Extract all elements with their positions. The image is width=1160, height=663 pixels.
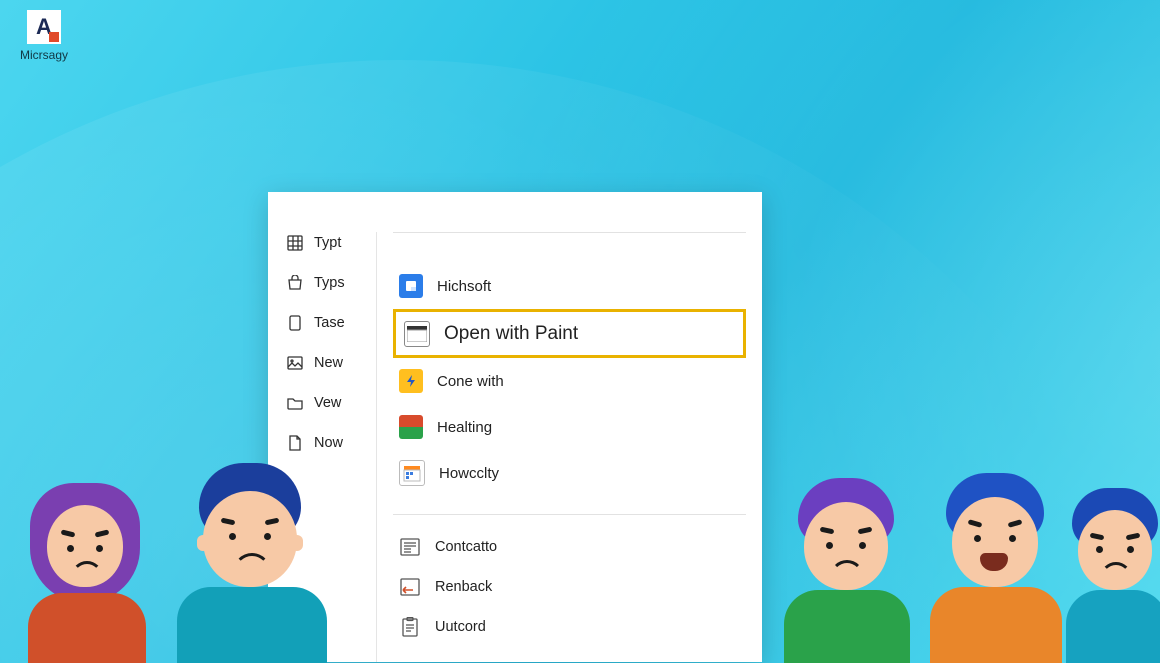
sidebar-item-label: New — [314, 355, 343, 371]
menu-item-open-with-paint[interactable]: Open with Paint — [393, 309, 746, 358]
menu-item-label: Healting — [437, 419, 492, 436]
menu-item-label: Hichsoft — [437, 278, 491, 295]
context-menu-panel: Typt Typs Tase New — [268, 192, 762, 662]
grid-icon — [286, 234, 304, 252]
page-icon — [286, 434, 304, 452]
picture-icon — [286, 354, 304, 372]
desktop-shortcut[interactable]: A Micrsagy — [14, 10, 74, 62]
desktop-shortcut-label: Micrsagy — [14, 48, 74, 62]
news-icon — [399, 536, 421, 558]
sidebar-item-now[interactable]: Now — [286, 432, 376, 454]
window-icon — [404, 321, 430, 347]
menu-item-uutcord[interactable]: Uutcord — [393, 607, 746, 647]
tablet-icon — [286, 314, 304, 332]
image-back-icon — [399, 576, 421, 598]
menu-item-hichsoft[interactable]: Hichsoft — [393, 263, 746, 309]
calendar-icon — [399, 460, 425, 486]
menu-item-label: Howcclty — [439, 465, 499, 482]
menu-item-howcclty[interactable]: Howcclty — [393, 450, 746, 496]
sidebar-item-typt[interactable]: Typt — [286, 232, 376, 254]
sidebar-item-label: Typt — [314, 235, 341, 251]
context-menu-main: Hichsoft Open with Paint Cone with Healt… — [376, 232, 762, 662]
sidebar-item-label: Vew — [314, 395, 341, 411]
menu-item-label: Cone with — [437, 373, 504, 390]
menu-item-label: Renback — [435, 579, 492, 595]
bolt-icon — [399, 369, 423, 393]
sidebar-item-tase[interactable]: Tase — [286, 312, 376, 334]
sidebar-item-label: Tase — [314, 315, 345, 331]
bag-icon — [286, 274, 304, 292]
menu-item-renback[interactable]: Renback — [393, 567, 746, 607]
clipboard-icon — [399, 616, 421, 638]
file-icon — [399, 274, 423, 298]
folder-icon — [286, 394, 304, 412]
sidebar-item-label: Now — [314, 435, 343, 451]
menu-item-contcatto[interactable]: Contcatto — [393, 527, 746, 567]
sidebar-item-typs[interactable]: Typs — [286, 272, 376, 294]
menu-item-label: Contcatto — [435, 539, 497, 555]
menu-item-healting[interactable]: Healting — [393, 404, 746, 450]
sidebar-item-label: Typs — [314, 275, 345, 291]
menu-item-label: Uutcord — [435, 619, 486, 635]
context-menu-extras: Contcatto Renback Uutcord — [393, 527, 746, 647]
context-menu-sidebar: Typt Typs Tase New — [268, 232, 376, 662]
flag-icon — [399, 415, 423, 439]
app-logo-icon: A — [27, 10, 61, 44]
menu-item-cone-with[interactable]: Cone with — [393, 358, 746, 404]
menu-item-label: Open with Paint — [444, 323, 578, 345]
sidebar-item-new[interactable]: New — [286, 352, 376, 374]
sidebar-item-vew[interactable]: Vew — [286, 392, 376, 414]
